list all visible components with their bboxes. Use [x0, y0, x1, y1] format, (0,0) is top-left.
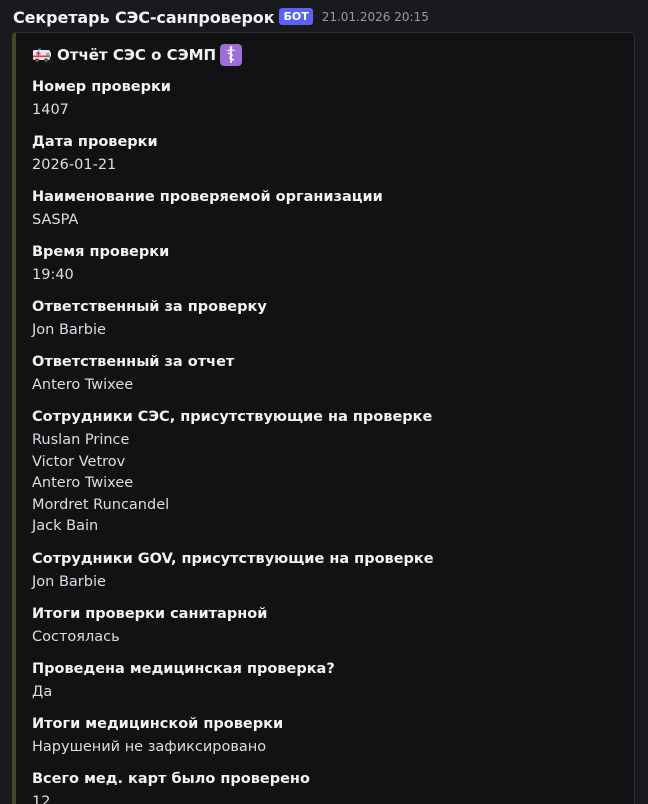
- field-value: SASPA: [32, 212, 79, 228]
- embed-title: Отчёт СЭС о СЭМП: [32, 43, 243, 67]
- field-name: Сотрудники GOV, присутствующие на провер…: [32, 551, 434, 567]
- field-organization: Наименование проверяемой организации SAS…: [32, 188, 622, 232]
- report-embed: Отчёт СЭС о СЭМП Номер проверки 1407 Дат…: [12, 32, 635, 804]
- field-value-list: Ruslan Prince Victor Vetrov Antero Twixe…: [32, 430, 622, 538]
- field-gov-staff: Сотрудники GOV, присутствующие на провер…: [32, 550, 622, 594]
- caduceus-icon: [220, 44, 243, 66]
- field-inspection-date: Дата проверки 2026-01-21: [32, 133, 622, 177]
- field-responsible-inspection: Ответственный за проверку Jon Barbie: [32, 298, 622, 342]
- field-value: 1407: [32, 102, 69, 118]
- field-name: Номер проверки: [32, 79, 171, 95]
- field-value: 2026-01-21: [32, 157, 117, 173]
- field-inspection-time: Время проверки 19:40: [32, 243, 622, 287]
- field-name: Дата проверки: [32, 134, 158, 150]
- staff-name: Jack Bain: [32, 518, 99, 534]
- field-value: Нарушений не зафиксировано: [32, 739, 267, 755]
- field-value: 19:40: [32, 267, 74, 283]
- field-value: 12: [32, 794, 51, 804]
- field-medical-results: Итоги медицинской проверки Нарушений не …: [32, 715, 622, 759]
- field-name: Всего мед. карт было проверено: [32, 771, 310, 787]
- field-ses-staff: Сотрудники СЭС, присутствующие на провер…: [32, 408, 622, 538]
- field-name: Наименование проверяемой организации: [32, 189, 383, 205]
- field-name: Проведена медицинская проверка?: [32, 661, 335, 677]
- field-name: Сотрудники СЭС, присутствующие на провер…: [32, 409, 433, 425]
- staff-name: Ruslan Prince: [32, 432, 130, 448]
- field-sanitary-results: Итоги проверки санитарной Состоялась: [32, 605, 622, 649]
- bot-message: Секретарь СЭС-санпроверок БОТ 21.01.2026…: [0, 0, 648, 804]
- field-name: Итоги медицинской проверки: [32, 716, 284, 732]
- field-value: Состоялась: [32, 629, 120, 645]
- field-inspection-number: Номер проверки 1407: [32, 78, 622, 122]
- ambulance-icon: [33, 48, 51, 63]
- field-value: Да: [32, 684, 53, 700]
- staff-name: Victor Vetrov: [32, 453, 126, 470]
- field-value: Jon Barbie: [32, 322, 106, 338]
- field-medical-check-done: Проведена медицинская проверка? Да: [32, 660, 622, 704]
- field-name: Итоги проверки санитарной: [32, 606, 268, 622]
- bot-badge: БОТ: [279, 7, 313, 25]
- staff-name: Mordret Runcandel: [32, 496, 170, 513]
- author-name[interactable]: Секретарь СЭС-санпроверок: [13, 8, 275, 27]
- message-timestamp[interactable]: 21.01.2026 20:15: [322, 10, 429, 24]
- field-name: Время проверки: [32, 244, 170, 260]
- field-medical-cards-checked: Всего мед. карт было проверено 12: [32, 770, 622, 804]
- message-header: Секретарь СЭС-санпроверок БОТ 21.01.2026…: [13, 6, 429, 28]
- field-name: Ответственный за отчет: [32, 354, 235, 370]
- field-responsible-report: Ответственный за отчет Antero Twixee: [32, 353, 622, 397]
- staff-name: Antero Twixee: [32, 475, 134, 491]
- embed-title-text: Отчёт СЭС о СЭМП: [57, 46, 217, 64]
- field-value: Antero Twixee: [32, 377, 134, 393]
- field-value: Jon Barbie: [32, 574, 106, 590]
- field-name: Ответственный за проверку: [32, 299, 267, 315]
